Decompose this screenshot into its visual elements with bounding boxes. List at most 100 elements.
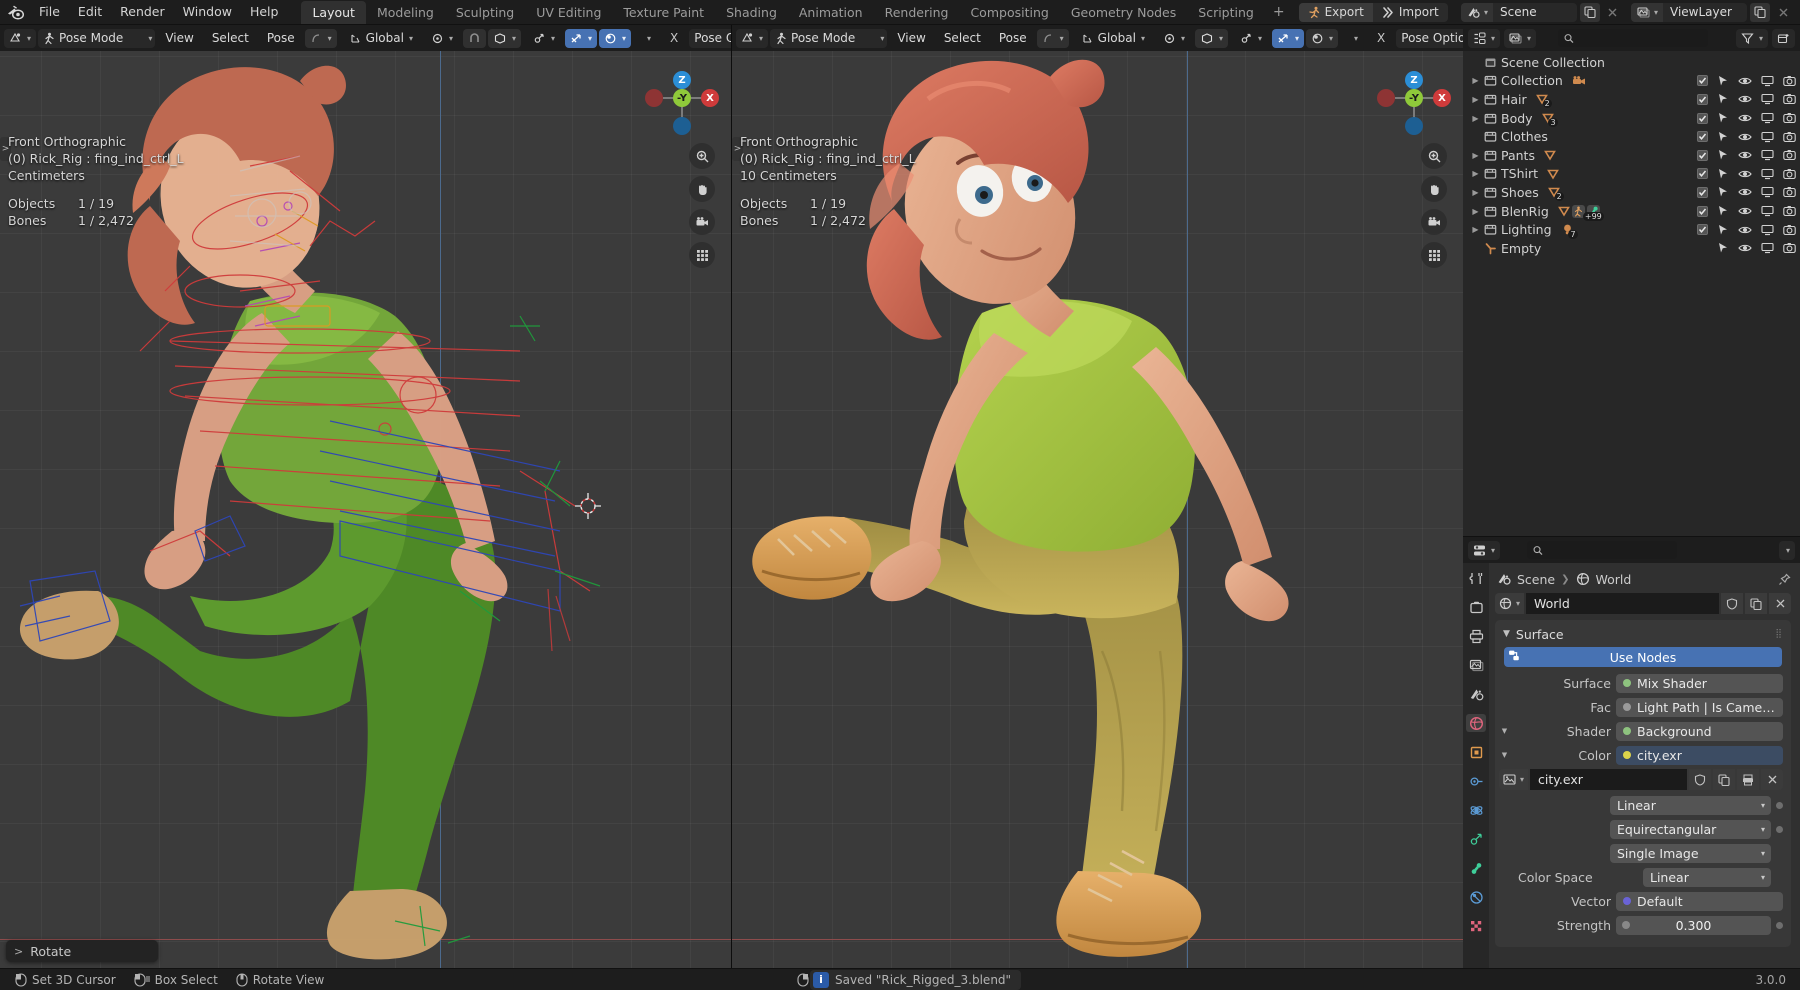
camera-render-icon[interactable] xyxy=(1783,242,1796,254)
camera-render-icon[interactable] xyxy=(1783,168,1796,180)
properties-tab-object-data[interactable] xyxy=(1466,859,1486,877)
navigation-gizmo-left[interactable]: Z X -Y xyxy=(645,61,719,135)
properties-tab-physics[interactable] xyxy=(1466,801,1486,819)
navigation-gizmo-right[interactable]: Z X -Y xyxy=(1377,61,1451,135)
remove-scene-button[interactable] xyxy=(1603,3,1623,22)
outliner-disclosure-triangle[interactable]: ▶ xyxy=(1469,151,1482,160)
properties-options-button[interactable]: ▾ xyxy=(1779,541,1795,560)
camera-icon[interactable] xyxy=(689,209,715,235)
properties-tab-world[interactable] xyxy=(1466,714,1486,732)
outliner-selectable-toggle[interactable] xyxy=(1717,186,1729,198)
monitor-icon[interactable] xyxy=(1761,149,1774,161)
projection-animate-dot[interactable] xyxy=(1776,826,1783,833)
transform-orientation-left[interactable]: Global▾ xyxy=(341,29,421,48)
world-close-icon[interactable] xyxy=(1769,593,1791,614)
outliner-row[interactable]: ▶BlenRig+99 xyxy=(1463,202,1800,221)
menu-file[interactable]: File xyxy=(30,2,69,22)
image-close-icon[interactable] xyxy=(1761,769,1783,790)
outliner-disclosure-triangle[interactable]: ▶ xyxy=(1469,95,1482,104)
outliner-disclosure-triangle[interactable]: ▶ xyxy=(1469,169,1482,178)
shading-popover-right[interactable]: ▾ xyxy=(1344,29,1366,48)
mode-selector-left[interactable]: Pose Mode▾ xyxy=(38,29,155,48)
outliner-row[interactable]: Clothes xyxy=(1463,127,1800,146)
xray-toggle-left[interactable]: ▾ xyxy=(599,29,631,48)
outliner-row[interactable]: Empty xyxy=(1463,239,1800,258)
overlays-toggle-right[interactable]: ▾ xyxy=(1272,29,1304,48)
world-browse-button[interactable]: ▾ xyxy=(1495,593,1524,614)
proportional-edit-right[interactable]: ▾ xyxy=(1195,29,1228,48)
outliner-disclosure-triangle[interactable]: ▶ xyxy=(1469,207,1482,216)
projection-dropdown[interactable]: Equirectangular▾ xyxy=(1610,820,1771,839)
shading-popover-left[interactable]: ▾ xyxy=(637,29,659,48)
snap-settings-right[interactable]: ▾ xyxy=(1155,29,1193,48)
eye-icon[interactable] xyxy=(1738,112,1752,124)
outliner-row[interactable]: ▶Collection xyxy=(1463,72,1800,91)
image-browse-button[interactable]: ▾ xyxy=(1499,769,1528,790)
eye-icon[interactable] xyxy=(1738,168,1752,180)
monitor-icon[interactable] xyxy=(1761,112,1774,124)
xray-x-right[interactable]: X xyxy=(1369,29,1393,48)
strength-animate-dot[interactable] xyxy=(1776,922,1783,929)
workspace-tab-compositing[interactable]: Compositing xyxy=(959,1,1059,24)
image-duplicate-icon[interactable] xyxy=(1713,769,1735,790)
surface-row-field[interactable]: Mix Shader xyxy=(1616,674,1783,693)
outliner-row[interactable]: ▶Lighting7 xyxy=(1463,220,1800,239)
properties-tab-view-layer[interactable] xyxy=(1466,656,1486,674)
camera-render-icon[interactable] xyxy=(1783,112,1796,124)
properties-tab-object[interactable] xyxy=(1466,743,1486,761)
color-space-dropdown[interactable]: Linear▾ xyxy=(1643,868,1771,887)
outliner-selectable-toggle[interactable] xyxy=(1717,131,1729,143)
eye-icon[interactable] xyxy=(1738,93,1752,105)
outliner-selectable-toggle[interactable] xyxy=(1717,242,1729,254)
fac-row-field[interactable]: Light Path | Is Camera Ray xyxy=(1616,698,1783,717)
properties-tab-tool[interactable] xyxy=(1466,569,1486,587)
new-scene-button[interactable] xyxy=(1580,3,1600,22)
grid-ortho-icon-right[interactable] xyxy=(1421,242,1447,268)
outliner-search-input[interactable] xyxy=(1578,31,1702,45)
outliner-disclosure-triangle[interactable]: ▶ xyxy=(1469,188,1482,197)
pose-options-left[interactable]: Pose Options▾ xyxy=(689,29,731,48)
monitor-icon[interactable] xyxy=(1761,242,1774,254)
pan-hand-icon[interactable] xyxy=(689,176,715,202)
eye-icon[interactable] xyxy=(1738,131,1752,143)
workspace-tab-animation[interactable]: Animation xyxy=(788,1,874,24)
camera-render-icon[interactable] xyxy=(1783,149,1796,161)
pin-icon[interactable] xyxy=(1778,573,1791,586)
eye-icon[interactable] xyxy=(1738,149,1752,161)
transform-orientation-right[interactable]: Global▾ xyxy=(1073,29,1153,48)
proportional-edit-left[interactable]: ▾ xyxy=(488,29,521,48)
menu-render[interactable]: Render xyxy=(111,2,174,22)
new-collection-button[interactable] xyxy=(1772,29,1795,48)
xray-x-left[interactable]: X xyxy=(662,29,686,48)
outliner-checkbox[interactable] xyxy=(1697,187,1708,198)
properties-tab-render[interactable] xyxy=(1466,598,1486,616)
outliner-checkbox[interactable] xyxy=(1697,131,1708,142)
outliner-selectable-toggle[interactable] xyxy=(1717,224,1729,236)
shader-row-expand-icon[interactable]: ▼ xyxy=(1499,727,1510,735)
menu-select-left[interactable]: Select xyxy=(204,29,257,48)
source-dropdown[interactable]: Single Image▾ xyxy=(1610,844,1771,863)
outliner-disclosure-triangle[interactable]: ▶ xyxy=(1469,76,1482,85)
monitor-icon[interactable] xyxy=(1761,75,1774,87)
outliner-row[interactable]: ▶Hair2 xyxy=(1463,90,1800,109)
viewport-left-canvas[interactable]: > Front Orthographic (0) Rick_Rig : fing… xyxy=(0,51,731,968)
workspace-tab-texture-paint[interactable]: Texture Paint xyxy=(612,1,715,24)
gizmo-axis-negy[interactable]: -Y xyxy=(673,89,691,107)
properties-search-input[interactable] xyxy=(1547,543,1671,557)
transform-pivot-left[interactable]: ▾ xyxy=(305,29,337,48)
workspace-tab-scripting[interactable]: Scripting xyxy=(1187,1,1265,24)
surface-panel-header[interactable]: ▼ Surface ⣿ xyxy=(1495,624,1791,644)
properties-tab-texture[interactable] xyxy=(1466,917,1486,935)
properties-tab-modifiers[interactable] xyxy=(1466,772,1486,790)
outliner-checkbox[interactable] xyxy=(1697,150,1708,161)
properties-tab-object-constraints[interactable] xyxy=(1466,830,1486,848)
world-name-field[interactable]: World xyxy=(1526,593,1719,614)
workspace-tab-uv-editing[interactable]: UV Editing xyxy=(525,1,612,24)
outliner-checkbox[interactable] xyxy=(1697,75,1708,86)
outliner-selectable-toggle[interactable] xyxy=(1717,75,1729,87)
camera-render-icon[interactable] xyxy=(1783,205,1796,217)
outliner-selectable-toggle[interactable] xyxy=(1717,93,1729,105)
zoom-icon[interactable] xyxy=(689,143,715,169)
breadcrumb-scene-label[interactable]: Scene xyxy=(1517,572,1555,587)
menu-edit[interactable]: Edit xyxy=(69,2,111,22)
